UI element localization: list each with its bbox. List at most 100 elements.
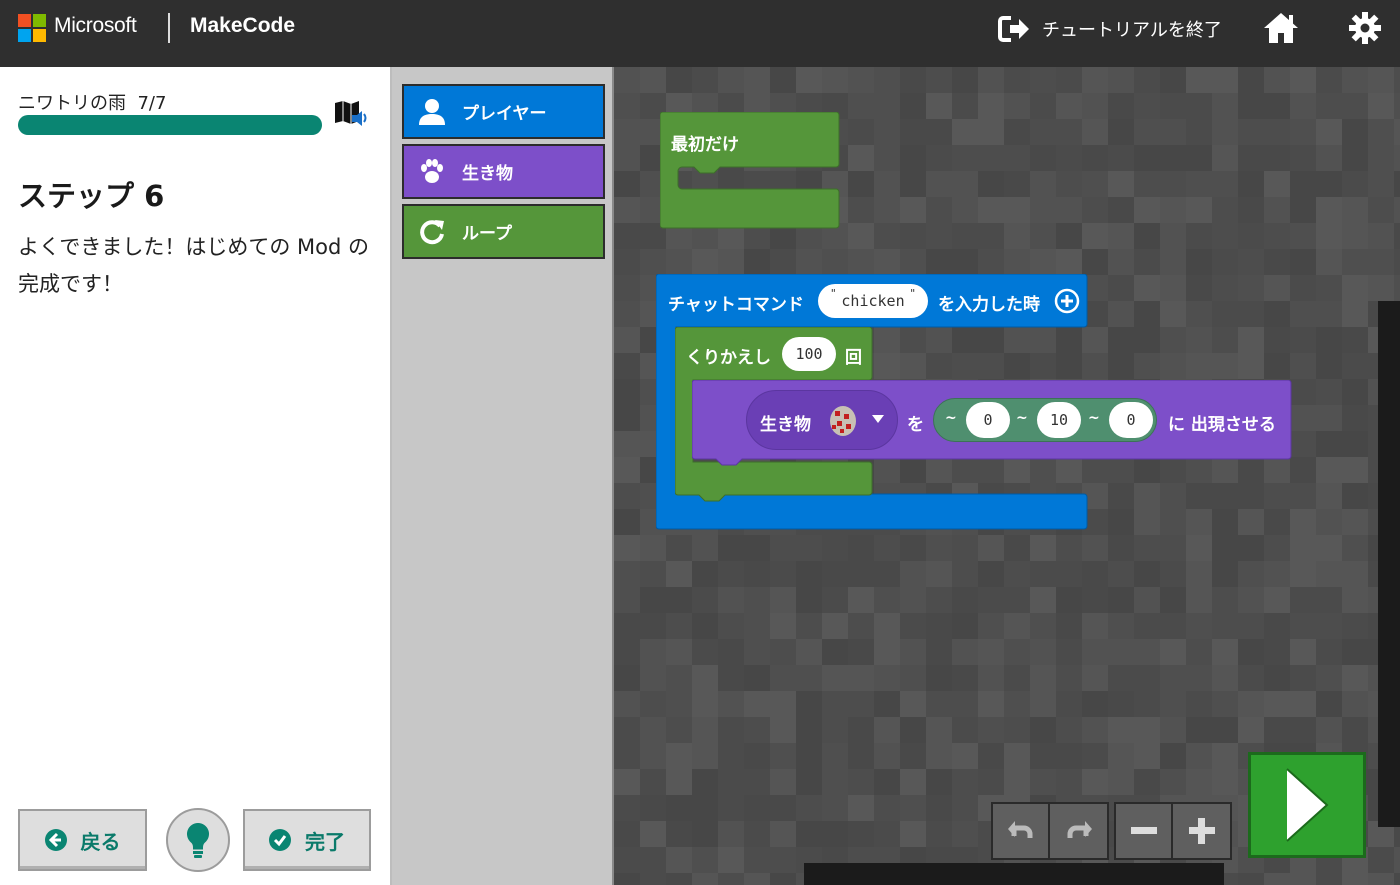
- toolbox-category-mobs[interactable]: 生き物: [402, 144, 605, 199]
- position-z-input[interactable]: 0: [1109, 402, 1153, 438]
- stone-tile: [1264, 353, 1290, 379]
- position-y-input[interactable]: 10: [1037, 402, 1081, 438]
- position-x-input[interactable]: 0: [966, 402, 1010, 438]
- stone-tile: [718, 249, 744, 275]
- stone-tile: [1238, 145, 1264, 171]
- toolbox-category-player[interactable]: プレイヤー: [402, 84, 605, 139]
- stone-tile: [1316, 353, 1342, 379]
- stone-tile: [1160, 197, 1186, 223]
- stone-tile: [640, 847, 666, 873]
- stone-tile: [1160, 223, 1186, 249]
- stone-tile: [770, 67, 796, 93]
- stone-tile: [744, 821, 770, 847]
- stone-tile: [1368, 197, 1394, 223]
- chat-command-input[interactable]: " chicken ": [818, 284, 928, 318]
- stone-tile: [926, 535, 952, 561]
- stone-tile: [640, 67, 666, 93]
- stone-tile: [1342, 457, 1368, 483]
- stone-tile: [1160, 665, 1186, 691]
- stone-tile: [614, 275, 640, 301]
- stone-tile: [1186, 691, 1212, 717]
- stone-tile: [770, 873, 796, 885]
- stone-tile: [1264, 223, 1290, 249]
- settings-button[interactable]: [1347, 10, 1383, 46]
- stone-tile: [1186, 327, 1212, 353]
- stone-tile: [1316, 301, 1342, 327]
- stone-tile: [1082, 613, 1108, 639]
- run-code-button[interactable]: [1248, 752, 1366, 858]
- stone-tile: [1134, 353, 1160, 379]
- stone-tile: [822, 639, 848, 665]
- read-aloud-icon[interactable]: [333, 99, 369, 129]
- back-button[interactable]: 戻る: [18, 809, 147, 871]
- stone-tile: [926, 223, 952, 249]
- stone-tile: [1342, 691, 1368, 717]
- exit-tutorial-button[interactable]: チュートリアルを終了: [998, 14, 1222, 44]
- stone-tile: [1056, 561, 1082, 587]
- undo-redo-group: [991, 802, 1109, 860]
- stone-tile: [822, 535, 848, 561]
- stone-tile: [978, 613, 1004, 639]
- stone-tile: [1134, 691, 1160, 717]
- zoom-in-button[interactable]: [1173, 804, 1230, 858]
- stone-tile: [1108, 665, 1134, 691]
- hint-button[interactable]: [166, 808, 230, 872]
- check-circle-icon: [269, 829, 291, 851]
- undo-button[interactable]: [993, 804, 1051, 858]
- stone-tile: [1082, 67, 1108, 93]
- stone-tile: [1342, 171, 1368, 197]
- stone-tile: [770, 743, 796, 769]
- redo-button[interactable]: [1050, 804, 1107, 858]
- stone-tile: [848, 691, 874, 717]
- zoom-out-button[interactable]: [1116, 804, 1174, 858]
- stone-tile: [1290, 639, 1316, 665]
- repeat-count-input[interactable]: 100: [782, 337, 836, 371]
- stone-tile: [900, 613, 926, 639]
- done-button[interactable]: 完了: [243, 809, 371, 871]
- stone-tile: [900, 249, 926, 275]
- stone-tile: [1342, 223, 1368, 249]
- stone-tile: [1316, 119, 1342, 145]
- play-icon: [1286, 768, 1329, 842]
- stone-tile: [1316, 327, 1342, 353]
- stone-tile: [1212, 483, 1238, 509]
- tutorial-progress-bar: [18, 115, 322, 135]
- stone-tile: [1212, 119, 1238, 145]
- stone-tile: [926, 561, 952, 587]
- workspace-scrollbar[interactable]: [1378, 301, 1400, 827]
- stone-tile: [926, 171, 952, 197]
- stone-tile: [1238, 873, 1264, 885]
- tutorial-progress-fill: [18, 115, 322, 135]
- add-parameter-icon[interactable]: [1054, 288, 1080, 314]
- workspace-horizontal-scrollbar[interactable]: [804, 863, 1224, 885]
- stone-tile: [1316, 717, 1342, 743]
- stone-tile: [1030, 561, 1056, 587]
- stone-tile: [978, 717, 1004, 743]
- stone-tile: [692, 795, 718, 821]
- stone-tile: [1238, 67, 1264, 93]
- stone-tile: [1368, 67, 1394, 93]
- stone-tile: [1160, 561, 1186, 587]
- stone-tile: [744, 613, 770, 639]
- stone-tile: [1264, 249, 1290, 275]
- home-button[interactable]: [1262, 10, 1300, 46]
- stone-tile: [1030, 665, 1056, 691]
- stone-tile: [1394, 145, 1400, 171]
- stone-tile: [1290, 249, 1316, 275]
- stone-tile: [1108, 327, 1134, 353]
- stone-tile: [1004, 587, 1030, 613]
- toolbox-category-loops[interactable]: ループ: [402, 204, 605, 259]
- stone-tile: [1004, 665, 1030, 691]
- stone-tile: [1238, 561, 1264, 587]
- stone-tile: [1108, 171, 1134, 197]
- stone-tile: [640, 535, 666, 561]
- stone-tile: [1004, 119, 1030, 145]
- stone-tile: [1004, 145, 1030, 171]
- brand-makecode[interactable]: MakeCode: [190, 14, 295, 38]
- stone-tile: [614, 587, 640, 613]
- stone-tile: [1056, 67, 1082, 93]
- stone-tile: [718, 821, 744, 847]
- stone-tile: [952, 561, 978, 587]
- stone-tile: [640, 769, 666, 795]
- stone-tile: [1134, 665, 1160, 691]
